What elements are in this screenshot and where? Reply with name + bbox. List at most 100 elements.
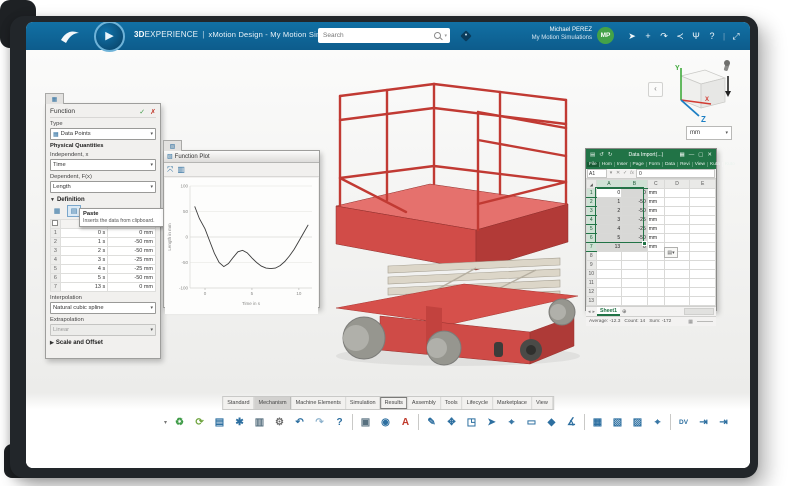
save-icon[interactable]: ▤ <box>590 152 595 158</box>
cell-A4[interactable]: 3 <box>596 216 622 225</box>
ok-button[interactable]: ✓ <box>139 108 145 116</box>
type-dropdown[interactable]: ▦ Data Points ▾ <box>50 128 156 140</box>
sheet-tab-sheet1[interactable]: Sheet1 <box>597 307 620 316</box>
namebox-chevron-icon[interactable]: ▾ <box>608 171 614 176</box>
undo-icon[interactable]: ↶ <box>290 412 309 432</box>
x-value-cell[interactable]: 3 s <box>60 256 107 265</box>
cell-C3[interactable]: mm <box>647 207 664 216</box>
row-header-4[interactable]: 4 <box>587 216 597 225</box>
cell-B8[interactable] <box>622 252 648 261</box>
cell-C12[interactable] <box>647 288 664 297</box>
cell-B11[interactable] <box>622 279 648 288</box>
viewport[interactable]: Y X Z ‹ mm ▾ <box>26 50 750 468</box>
x-value-cell[interactable]: 4 s <box>60 265 107 274</box>
cell-E4[interactable] <box>690 216 716 225</box>
ribbon-tab-form[interactable]: Form <box>646 162 662 167</box>
row-header-8[interactable]: 8 <box>587 252 597 261</box>
measure-icon[interactable]: ∡ <box>562 412 581 432</box>
cell-A3[interactable]: 2 <box>596 207 622 216</box>
y-value-cell[interactable]: 0 mm <box>108 229 156 238</box>
confirm-entry-icon[interactable]: ✓ <box>622 171 628 176</box>
cell-C11[interactable] <box>647 279 664 288</box>
ribbon-options-icon[interactable]: ▦ <box>679 152 684 158</box>
ribbon-tab-data[interactable]: Data <box>662 162 677 167</box>
save-icon[interactable]: ▤ <box>210 412 229 432</box>
cell-C13[interactable] <box>647 297 664 306</box>
cell-A12[interactable] <box>596 288 622 297</box>
data-point-row[interactable]: 65 s-50 mm <box>51 274 156 283</box>
maximize-icon[interactable]: ▢ <box>698 152 703 158</box>
3ds-compass-icon[interactable] <box>58 26 82 46</box>
sketch-icon[interactable]: ✎ <box>422 412 441 432</box>
pdf-icon[interactable]: A <box>396 412 415 432</box>
ribbon-tab-kuta[interactable]: Kuta <box>707 162 722 167</box>
ribbon-tab-view[interactable]: View <box>692 162 707 167</box>
data-points-table[interactable]: 10 s0 mm21 s-50 mm32 s-50 mm43 s-25 mm54… <box>50 219 156 292</box>
x-value-cell[interactable]: 5 s <box>60 274 107 283</box>
cell-A6[interactable]: 5 <box>596 234 622 243</box>
cell-A10[interactable] <box>596 270 622 279</box>
column-header-B[interactable]: B <box>622 180 648 189</box>
search-box[interactable]: ▾ <box>318 28 450 43</box>
x-value-cell[interactable]: 1 s <box>60 238 107 247</box>
sheet-next-icon[interactable]: ▸ <box>593 309 596 315</box>
tab-assembly[interactable]: Assembly <box>408 397 441 409</box>
sheet-prev-icon[interactable]: ◂ <box>588 309 591 315</box>
cell-D5[interactable] <box>664 225 690 234</box>
data-point-row[interactable]: 713 s0 mm <box>51 283 156 292</box>
tab-mechanism[interactable]: Mechanism <box>255 397 292 409</box>
plot-window-tab[interactable]: ▧ <box>163 140 182 151</box>
definition-section[interactable]: ▼Definition <box>50 197 156 203</box>
cell-D1[interactable] <box>664 189 690 198</box>
column-header-C[interactable]: C <box>647 180 664 189</box>
select-all-checkbox[interactable] <box>52 220 58 226</box>
cell-D6[interactable] <box>664 234 690 243</box>
cell-E2[interactable] <box>690 198 716 207</box>
redo-icon[interactable]: ↷ <box>310 412 329 432</box>
cell-D12[interactable] <box>664 288 690 297</box>
cell-A2[interactable]: 1 <box>596 198 622 207</box>
select-all-corner[interactable]: ◢ <box>587 180 597 189</box>
results-export-icon[interactable]: ▧ <box>608 412 627 432</box>
cell-C9[interactable] <box>647 261 664 270</box>
material-icon[interactable]: ◆ <box>542 412 561 432</box>
y-value-cell[interactable]: 0 mm <box>108 283 156 292</box>
cell-D3[interactable] <box>664 207 690 216</box>
fullscreen-icon[interactable]: ⤢ <box>728 31 744 42</box>
settings-icon[interactable]: ⚙ <box>270 412 289 432</box>
cell-B12[interactable] <box>622 288 648 297</box>
column-header-D[interactable]: D <box>664 180 690 189</box>
notifications-icon[interactable]: ➤ <box>624 31 640 42</box>
cell-C6[interactable]: mm <box>647 234 664 243</box>
chart-options-icon[interactable]: ▥ <box>177 165 185 174</box>
data-point-row[interactable]: 10 s0 mm <box>51 229 156 238</box>
y-value-cell[interactable]: -50 mm <box>108 247 156 256</box>
cell-D13[interactable] <box>664 297 690 306</box>
cell-E7[interactable] <box>690 243 716 252</box>
function-panel-tab[interactable]: ▦ <box>45 93 64 104</box>
cell-B13[interactable] <box>622 297 648 306</box>
frame-icon[interactable]: ▭ <box>522 412 541 432</box>
export-table-icon[interactable]: ⇥ <box>694 412 713 432</box>
refresh-icon[interactable]: ♻ <box>170 412 189 432</box>
collapse-panel-button[interactable]: ‹ <box>648 82 663 97</box>
row-header-5[interactable]: 5 <box>587 225 597 234</box>
column-header-A[interactable]: A <box>596 180 622 189</box>
results-chart-icon[interactable]: ▨ <box>628 412 647 432</box>
cell-C5[interactable]: mm <box>647 225 664 234</box>
cell-B10[interactable] <box>622 270 648 279</box>
view-mode-icon[interactable]: ▦ <box>688 319 693 325</box>
share-icon[interactable]: ↷ <box>656 31 672 42</box>
row-header-9[interactable]: 9 <box>587 261 597 270</box>
web-icon[interactable]: ◉ <box>376 412 395 432</box>
results-table-icon[interactable]: ▦ <box>588 412 607 432</box>
row-header-1[interactable]: 1 <box>587 189 597 198</box>
cell-B3[interactable]: -50 <box>622 207 648 216</box>
tab-results[interactable]: Results <box>381 397 408 409</box>
row-header-13[interactable]: 13 <box>587 297 597 306</box>
y-value-cell[interactable]: -50 mm <box>108 238 156 247</box>
window-icon[interactable]: ▣ <box>356 412 375 432</box>
column-header-E[interactable]: E <box>690 180 716 189</box>
ribbon-tab-hom[interactable]: Hom <box>599 162 614 167</box>
cell-A1[interactable]: 0 <box>596 189 622 198</box>
